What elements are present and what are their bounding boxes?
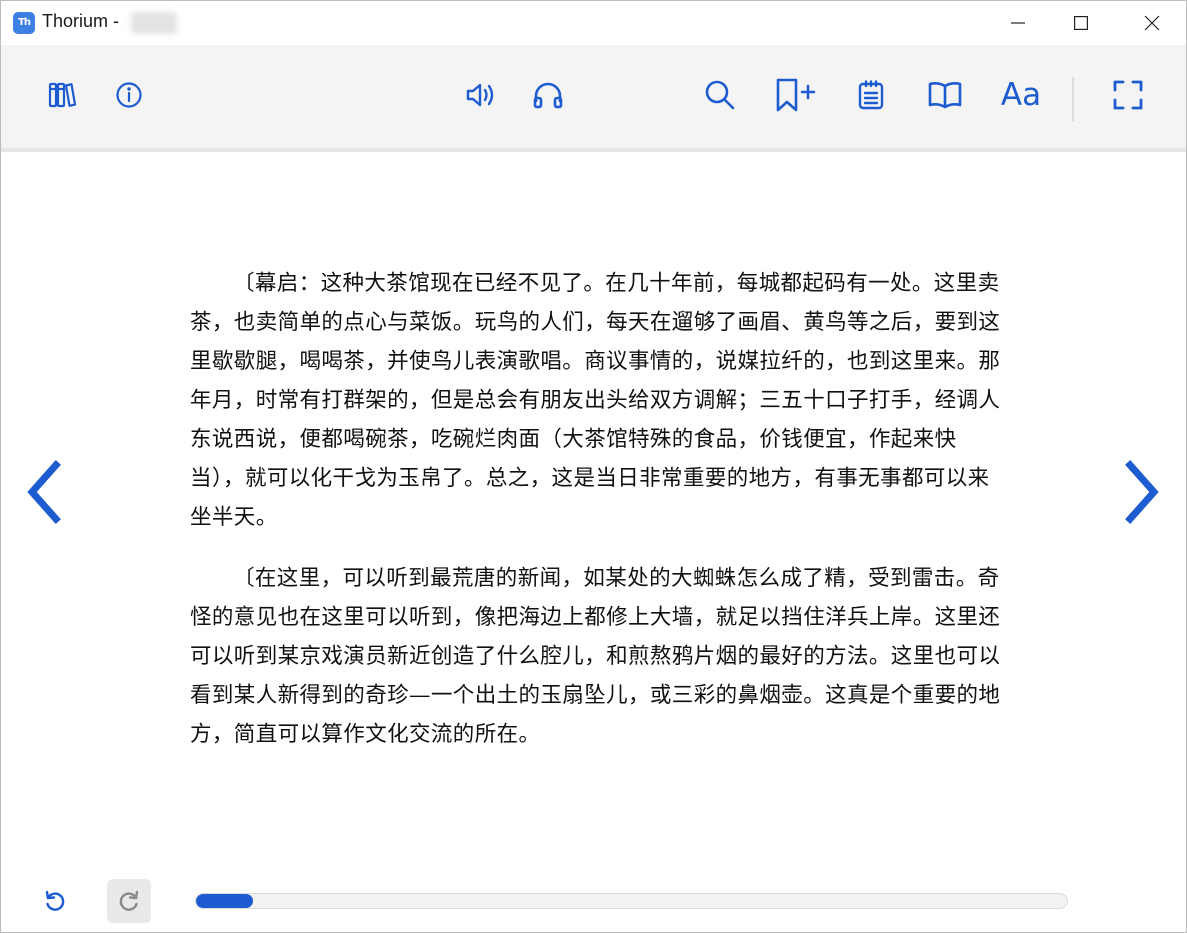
history-back-icon (45, 890, 65, 911)
minimize-icon (1011, 22, 1025, 24)
text-settings-icon: Aa (1000, 77, 1042, 113)
reading-progress-fill (196, 894, 253, 908)
search-button[interactable] (698, 73, 742, 117)
title-bar: Th Thorium - (1, 1, 1186, 45)
reading-area: 〔幕启：这种大茶馆现在已经不见了。在几十年前，每城都起码有一处。这里卖茶，也卖简… (1, 152, 1186, 872)
add-bookmark-button[interactable] (774, 73, 818, 117)
history-forward-button[interactable] (107, 879, 151, 923)
next-page-button[interactable] (1113, 452, 1173, 532)
minimize-button[interactable] (995, 1, 1041, 45)
window-title: Thorium - (42, 11, 120, 31)
notes-button[interactable] (849, 73, 893, 117)
add-bookmark-icon (776, 78, 816, 112)
app-window: Th Thorium - Aa 〔幕启：这种大茶馆现在已经不见了。在几十年前，每… (0, 0, 1187, 933)
info-icon (116, 82, 142, 108)
read-aloud-button[interactable] (459, 73, 503, 117)
bottom-bar (1, 872, 1186, 932)
fullscreen-button[interactable] (1106, 73, 1150, 117)
fullscreen-icon (1113, 80, 1143, 110)
notes-icon (858, 80, 884, 110)
maximize-icon (1074, 16, 1088, 30)
text-settings-button[interactable]: Aa (995, 73, 1047, 117)
close-icon (1144, 15, 1160, 31)
search-icon (705, 80, 735, 110)
redacted-title-part (131, 12, 177, 34)
thorium-logo-icon: Th (13, 12, 35, 34)
book-page-content: 〔幕启：这种大茶馆现在已经不见了。在几十年前，每城都起码有一处。这里卖茶，也卖简… (190, 264, 1002, 754)
maximize-button[interactable] (1058, 1, 1104, 45)
chevron-left-icon (27, 460, 61, 524)
previous-page-button[interactable] (13, 452, 73, 532)
library-icon (48, 82, 77, 108)
paragraph: 〔幕启：这种大茶馆现在已经不见了。在几十年前，每城都起码有一处。这里卖茶，也卖简… (190, 271, 1001, 530)
book-info-button[interactable] (107, 73, 151, 117)
reader-toolbar: Aa (1, 45, 1186, 152)
chevron-right-icon (1125, 460, 1159, 524)
audio-headphones-icon (533, 82, 563, 109)
toolbar-divider (1072, 77, 1074, 121)
reading-progress-bar[interactable] (195, 893, 1068, 909)
audio-player-button[interactable] (526, 73, 570, 117)
read-aloud-icon (466, 83, 494, 107)
close-button[interactable] (1129, 1, 1175, 45)
paragraph: 〔在这里，可以听到最荒唐的新闻，如某处的大蜘蛛怎么成了精，受到雷击。奇怪的意见也… (190, 566, 1001, 747)
history-back-button[interactable] (33, 879, 77, 923)
library-button[interactable] (40, 73, 84, 117)
table-of-contents-icon (928, 82, 962, 109)
history-forward-icon (119, 890, 139, 911)
table-of-contents-button[interactable] (923, 73, 967, 117)
